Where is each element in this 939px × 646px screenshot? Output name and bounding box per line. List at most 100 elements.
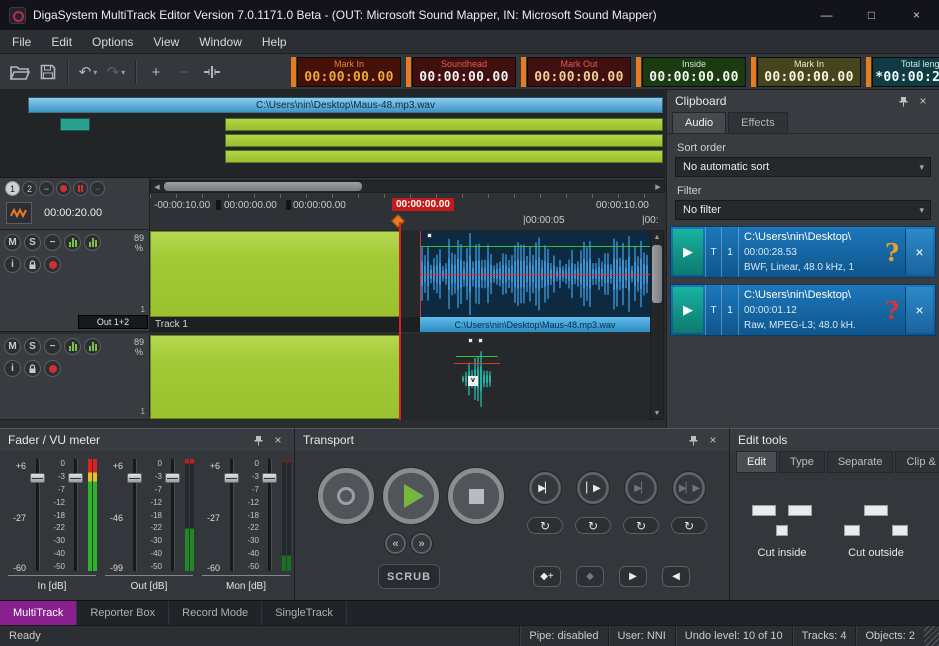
marker-button[interactable]: ◆ [576,566,604,587]
fader-knob[interactable] [30,473,45,483]
track-count-2-button[interactable]: 2 [22,181,37,196]
track1-info-button[interactable]: i [4,256,21,273]
sort-order-select[interactable]: No automatic sort ▾ [675,157,931,177]
overview-clip-title[interactable]: C:\Users\nin\Desktop\Maus-48.mp3.wav [28,97,663,113]
fade-line[interactable] [456,356,498,357]
close-button[interactable]: × [894,0,939,30]
track1-collapse-button[interactable]: − [44,234,61,251]
clip-marker[interactable] [468,338,473,343]
play-to-cursor-button[interactable]: ▶▏ [528,471,562,505]
loop-4-button[interactable]: ↻ [671,517,707,534]
track2-mute-button[interactable]: M [4,338,21,355]
track1-mute-button[interactable]: M [4,234,21,251]
track2-clip-small[interactable]: v [462,340,492,418]
clipboard-item[interactable]: ▶ T 1 C:\Users\nin\Desktop\ 00:00:28.53 … [670,226,936,278]
scrollbar-thumb[interactable] [164,182,362,191]
track2-eq-button[interactable] [84,338,101,355]
scroll-right-icon[interactable]: ▶ [652,181,664,192]
play-button[interactable] [382,467,440,525]
play-to-mark-button[interactable]: ▶▏ [624,471,658,505]
minimize-button[interactable]: — [804,0,849,30]
collapse-tracks-button[interactable]: − [39,181,54,196]
tab-clip-in-out[interactable]: Clip & I [895,451,939,473]
maximize-button[interactable]: □ [849,0,894,30]
stop-button[interactable] [447,467,505,525]
track-count-1-button[interactable]: 1 [5,181,20,196]
in-right-fader[interactable] [68,459,83,571]
cut-inside-button[interactable]: Cut inside [736,483,828,565]
close-icon[interactable]: × [705,432,721,448]
snap-marker-button[interactable] [200,58,224,86]
level-line[interactable] [421,274,650,275]
remove-clip-button[interactable]: × [905,229,933,275]
clipboard-item[interactable]: ▶ T 1 C:\Users\nin\Desktop\ 00:00:01.12 … [670,284,936,336]
play-from-cursor-button[interactable]: ▏▶ [576,471,610,505]
overview-clip-small[interactable] [60,118,90,131]
play-around-button[interactable]: ▶▏▶ [672,471,706,505]
track1-clip-filename[interactable]: C:\Users\nin\Desktop\Maus-48.mp3.wav [420,317,650,332]
track2-info-button[interactable]: i [4,360,21,377]
menu-window[interactable]: Window [189,30,252,53]
fader-knob[interactable] [68,473,83,483]
record-button[interactable] [317,467,375,525]
prev-marker-button[interactable]: ◀ [662,566,690,587]
tab-effects[interactable]: Effects [728,112,787,133]
scroll-down-icon[interactable]: ▼ [651,407,663,419]
track1-solo-button[interactable]: S [24,234,41,251]
pin-icon[interactable] [895,93,911,109]
mon-left-fader[interactable] [224,459,239,571]
fader-knob[interactable] [262,473,277,483]
overview-clip-green[interactable] [225,134,663,147]
in-left-fader[interactable] [30,459,45,571]
pin-icon[interactable] [250,432,266,448]
rewind-button[interactable]: « [384,532,407,555]
zoom-in-button[interactable]: + [144,58,168,86]
tab-separate[interactable]: Separate [827,451,894,473]
tab-singletrack[interactable]: SingleTrack [262,601,347,625]
track2-lock-button[interactable] [24,360,41,377]
menu-file[interactable]: File [2,30,41,53]
pin-icon[interactable] [685,432,701,448]
undo-button[interactable]: ↶▾ [76,58,100,86]
horizontal-scrollbar[interactable]: ◀ ▶ [150,180,665,193]
fader-knob[interactable] [165,473,180,483]
menu-view[interactable]: View [143,30,189,53]
track1-eq-button[interactable] [84,234,101,251]
loop-2-button[interactable]: ↻ [575,517,611,534]
next-marker-button[interactable]: ▶ [619,566,647,587]
track2-solo-button[interactable]: S [24,338,41,355]
loop-3-button[interactable]: ↻ [623,517,659,534]
time-ruler[interactable]: -00:00:10.00 00:00:00.00 00:00:00.00 00:… [150,194,665,230]
fade-line[interactable] [421,246,650,247]
track2-meter-button[interactable] [64,338,81,355]
tab-reporter-box[interactable]: Reporter Box [77,601,169,625]
open-file-button[interactable] [8,58,32,86]
level-line[interactable] [454,363,500,364]
overview-clip-green[interactable] [225,150,663,163]
menu-edit[interactable]: Edit [41,30,82,53]
punch-pause-button[interactable] [73,181,88,196]
scrollbar-thumb[interactable] [652,245,662,303]
scroll-left-icon[interactable]: ◀ [151,181,163,192]
record-ready-button[interactable] [56,181,71,196]
clip-marker[interactable] [427,233,432,238]
clip-marker[interactable] [478,338,483,343]
zoom-out-button[interactable]: − [172,58,196,86]
menu-help[interactable]: Help [252,30,297,53]
track2-collapse-button[interactable]: − [44,338,61,355]
volume-marker[interactable]: v [468,376,478,386]
tab-record-mode[interactable]: Record Mode [169,601,262,625]
close-icon[interactable]: × [915,93,931,109]
play-clip-button[interactable]: ▶ [673,287,703,333]
filter-select[interactable]: No filter ▾ [675,200,931,220]
track1-output-button[interactable]: Out 1+2 [78,315,148,329]
play-clip-button[interactable]: ▶ [673,229,703,275]
remove-clip-button[interactable]: × [905,287,933,333]
track1-lock-button[interactable] [24,256,41,273]
minus-mode-button[interactable]: − [90,181,105,196]
fader-knob[interactable] [224,473,239,483]
timeline[interactable]: ◀ ▶ -00:00:10.00 00:00:00.00 00:00:00.00… [150,178,665,230]
track1-record-arm-button[interactable] [44,256,61,273]
track1-clip-green[interactable] [150,231,400,317]
tab-type[interactable]: Type [779,451,825,473]
